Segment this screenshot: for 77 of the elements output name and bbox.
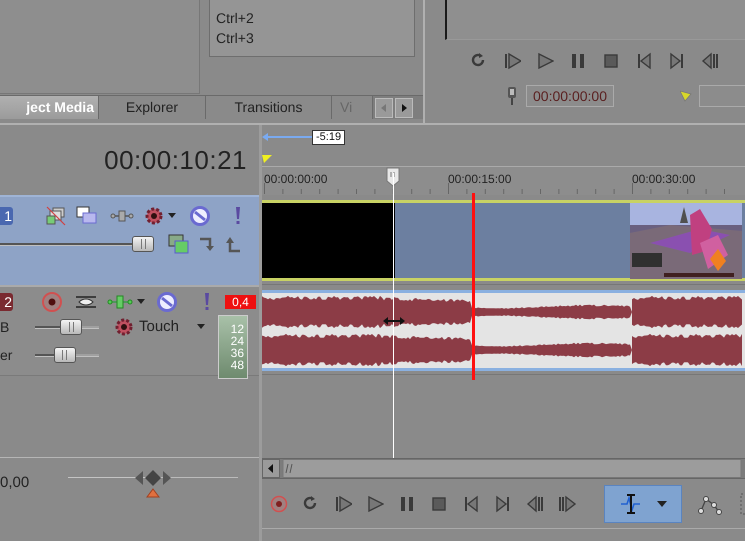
record-arm-icon[interactable] [41, 291, 63, 313]
rate-value: 0,00 [0, 472, 30, 493]
pan-label: er [0, 346, 14, 364]
rate-slider[interactable] [68, 468, 238, 498]
resize-cursor-icon [383, 316, 405, 326]
stop-icon[interactable] [602, 52, 620, 70]
playhead-handle-icon[interactable] [386, 167, 400, 187]
video-clip[interactable] [262, 203, 395, 278]
previous-frame-icon[interactable] [701, 52, 719, 70]
meter-scale-label: 48 [230, 359, 244, 371]
stop-icon[interactable] [430, 494, 448, 512]
meter-scale-label: 24 [230, 335, 244, 347]
loop-region-arrow-icon [262, 133, 312, 141]
rate-slider-thumb-icon[interactable] [133, 468, 173, 498]
pause-icon[interactable] [569, 52, 587, 70]
slider-thumb[interactable] [60, 319, 82, 335]
dropdown-caret-icon [657, 500, 667, 506]
bypass-icon[interactable] [157, 292, 177, 312]
panel-tab[interactable]: ject Media [0, 96, 99, 119]
loop-length-label: -5:19 [312, 130, 346, 144]
layers-icon[interactable] [76, 206, 98, 226]
cursor-timecode: 00:00:10:21 [104, 144, 247, 176]
skip-to-end-icon[interactable] [668, 52, 686, 70]
slider-thumb[interactable] [54, 347, 76, 363]
automation-gear-icon[interactable] [114, 317, 134, 337]
compositing-icon[interactable] [46, 206, 66, 226]
video-event[interactable] [262, 200, 745, 281]
ruler-time-label: 00:00:00:00 [264, 171, 328, 188]
motion-icon[interactable] [110, 210, 134, 222]
meter-scale-label: 12 [230, 323, 244, 335]
ruler-time-label: 00:00:30:00 [632, 171, 696, 188]
audio-event[interactable] [262, 290, 745, 371]
bypass-icon[interactable] [190, 206, 210, 226]
play-icon[interactable] [366, 494, 384, 512]
pause-icon[interactable] [398, 494, 416, 512]
panel-tab[interactable]: Explorer [99, 96, 206, 119]
skip-to-start-icon[interactable] [635, 52, 653, 70]
next-frame-icon[interactable] [558, 494, 576, 512]
timecode-field[interactable]: 00:00:00:00 [526, 85, 614, 107]
panel-tab[interactable]: Transitions [206, 96, 332, 119]
shortcut-label: Ctrl+3 [216, 30, 255, 47]
track-number: 1 [0, 207, 13, 225]
track-number: 2 [0, 293, 13, 311]
scroll-right-icon[interactable] [395, 98, 413, 118]
gear-icon[interactable] [144, 206, 164, 226]
record-icon[interactable] [270, 494, 288, 512]
play-icon[interactable] [536, 52, 554, 70]
loop-marker-icon[interactable] [262, 154, 272, 162]
audio-fx-icon[interactable] [107, 295, 133, 309]
scroll-left-icon[interactable] [262, 459, 280, 478]
marker-icon [680, 90, 692, 102]
skip-to-start-icon[interactable] [462, 494, 480, 512]
alpha-icon[interactable] [168, 234, 190, 254]
dropdown-caret-icon[interactable] [197, 324, 206, 330]
phase-icon[interactable] [75, 294, 97, 310]
normal-edit-tool-icon [619, 492, 643, 514]
play-from-start-icon[interactable] [503, 52, 521, 70]
automation-mode-label: Touch [139, 316, 180, 337]
arrow-down-icon[interactable] [198, 235, 216, 253]
exclamation-icon[interactable] [234, 206, 242, 226]
dropdown-caret-icon[interactable] [168, 213, 176, 219]
peak-level: 0,4 [225, 295, 256, 309]
microphone-icon [507, 86, 517, 106]
meter-scale-label: 36 [230, 347, 244, 359]
tool-button[interactable] [604, 484, 682, 522]
skip-to-end-icon[interactable] [494, 494, 512, 512]
video-track-header[interactable]: 1 [0, 195, 259, 285]
volume-label: B [0, 318, 10, 336]
previous-frame-icon[interactable] [526, 494, 544, 512]
dropdown-caret-icon[interactable] [137, 299, 145, 305]
input-field[interactable] [699, 85, 745, 107]
arrow-up-icon[interactable] [224, 235, 242, 253]
shortcut-label: Ctrl+2 [216, 10, 255, 27]
play-from-start-icon[interactable] [334, 494, 352, 512]
ruler-time-label: 00:00:15:00 [448, 171, 512, 188]
exclamation-icon[interactable] [203, 292, 211, 312]
slider-thumb[interactable] [132, 236, 154, 252]
